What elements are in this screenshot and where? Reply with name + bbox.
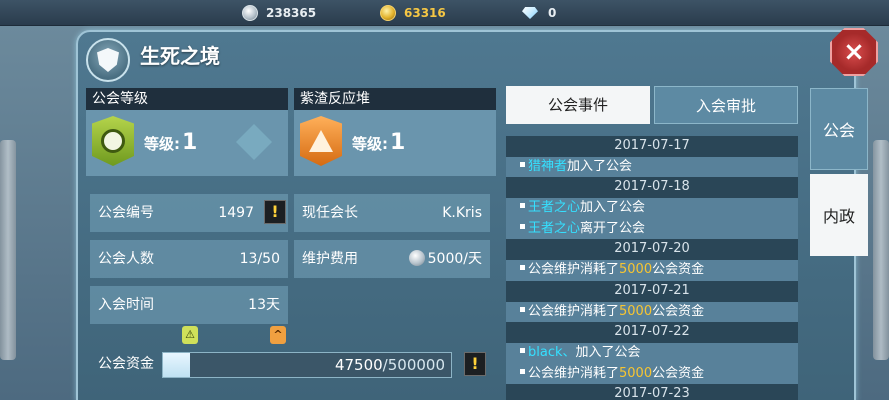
funds-progress-fill xyxy=(163,353,191,377)
funds-progress-bar: 47500/500000 xyxy=(162,352,452,378)
log-player-name[interactable]: 王者之心 xyxy=(528,200,580,215)
guild-level-header: 公会等级 xyxy=(86,88,288,110)
leader-label: 现任会长 xyxy=(302,205,358,221)
log-text: 公会维护消耗了 xyxy=(528,262,620,278)
funds-milestone-1-icon: ⚠ xyxy=(182,326,198,344)
upkeep-value: 5000/天 xyxy=(427,251,482,267)
log-date-header: 2017-07-20 xyxy=(506,239,798,261)
upkeep-label: 维护费用 xyxy=(302,251,358,267)
join-time-label: 入会时间 xyxy=(98,297,154,313)
log-text: 公会资金 xyxy=(652,365,705,381)
funds-max: /500000 xyxy=(382,356,445,374)
bullet-icon xyxy=(520,306,525,312)
guild-id-row: 公会编号 1497 xyxy=(90,194,288,232)
bullet-icon xyxy=(520,203,525,209)
funds-current: 47500 xyxy=(334,356,383,374)
guild-level-label: 等级: xyxy=(144,135,180,153)
log-text: 公会资金 xyxy=(652,303,705,319)
guild-level-value: 1 xyxy=(182,130,198,155)
silver-amount: 238365 xyxy=(266,6,317,20)
bullet-icon xyxy=(520,161,525,167)
triforce-badge-icon xyxy=(300,116,342,166)
log-text: 加入了公会 xyxy=(580,200,646,216)
reactor-level-display: 等级:1 xyxy=(352,130,405,155)
members-label: 公会人数 xyxy=(98,251,154,267)
left-edge-decoration xyxy=(0,140,16,360)
log-date-header: 2017-07-21 xyxy=(506,280,798,302)
log-text: 加入了公会 xyxy=(575,344,641,360)
gold-amount: 63316 xyxy=(404,6,446,20)
log-entry: black、加入了公会 xyxy=(506,343,798,364)
funds-info-button[interactable]: ! xyxy=(464,352,486,376)
silver-coin-icon xyxy=(408,250,425,266)
tab-join-review[interactable]: 入会审批 xyxy=(654,86,798,124)
side-tab-guild[interactable]: 公会 xyxy=(810,88,868,170)
bullet-icon xyxy=(520,223,525,229)
log-text: 公会维护消耗了 xyxy=(528,365,620,381)
log-entry: 公会维护消耗了5000公会资金 xyxy=(506,260,798,281)
log-date-header: 2017-07-23 xyxy=(506,384,798,400)
guild-emblem xyxy=(86,38,130,82)
resource-bar: 238365 63316 0 xyxy=(0,0,889,26)
gold-coin-icon xyxy=(380,5,396,21)
log-date-header: 2017-07-18 xyxy=(506,177,798,199)
funds-milestone-2-icon: ^ xyxy=(270,326,286,344)
log-text: 离开了公会 xyxy=(580,220,646,236)
guild-id-value: 1497 xyxy=(218,205,254,221)
tab-guild-events[interactable]: 公会事件 xyxy=(506,86,650,124)
join-time-value: 13天 xyxy=(248,297,280,313)
gold-counter: 63316 xyxy=(380,3,446,23)
window-header: 生死之境 xyxy=(78,32,854,88)
join-time-row: 入会时间 13天 xyxy=(90,286,288,324)
guild-level-display: 等级:1 xyxy=(144,130,197,155)
window-title: 生死之境 xyxy=(140,44,220,68)
leader-value: K.Kris xyxy=(442,205,482,221)
shield-icon xyxy=(97,48,119,72)
log-entry: 公会维护消耗了5000公会资金 xyxy=(506,364,798,385)
log-date-header: 2017-07-22 xyxy=(506,322,798,343)
reactor-panel: 等级:1 xyxy=(294,110,496,176)
log-player-name[interactable]: 王者之心 xyxy=(528,221,580,236)
log-text: 公会维护消耗了 xyxy=(528,303,620,319)
smiley-badge-icon xyxy=(92,116,134,166)
log-amount: 5000 xyxy=(619,303,653,319)
event-log[interactable]: 2017-07-17 猎神者加入了公会 2017-07-18 王者之心加入了公会 王者之… xyxy=(506,136,798,400)
close-icon: × xyxy=(843,37,865,67)
log-entry: 王者之心加入了公会 xyxy=(506,198,798,219)
gem-counter: 0 xyxy=(522,3,556,23)
funds-label: 公会资金 xyxy=(98,356,154,372)
right-edge-decoration xyxy=(873,140,889,360)
log-entry: 公会维护消耗了5000公会资金 xyxy=(506,302,798,323)
guild-id-label: 公会编号 xyxy=(98,205,154,221)
bullet-icon xyxy=(520,368,525,374)
log-date-header: 2017-07-17 xyxy=(506,136,798,157)
chevron-up-icon[interactable] xyxy=(236,124,272,160)
diamond-icon xyxy=(522,7,538,19)
reactor-level-value: 1 xyxy=(390,130,406,155)
log-entry: 王者之心离开了公会 xyxy=(506,219,798,240)
log-text: 公会资金 xyxy=(652,262,705,278)
guild-id-info-button[interactable]: ! xyxy=(264,200,286,224)
guild-level-panel: 等级:1 xyxy=(86,110,288,176)
bullet-icon xyxy=(520,265,525,271)
log-player-name[interactable]: 猎神者 xyxy=(528,159,567,174)
bullet-icon xyxy=(520,347,525,353)
side-tab-internal-affairs[interactable]: 内政 xyxy=(810,174,868,256)
gem-amount: 0 xyxy=(548,6,557,20)
upkeep-row: 维护费用 5000/天 xyxy=(294,240,490,278)
leader-row: 现任会长 K.Kris xyxy=(294,194,490,232)
log-player-name[interactable]: black、 xyxy=(528,345,576,360)
members-value: 13/50 xyxy=(239,251,280,267)
log-amount: 5000 xyxy=(619,365,653,381)
silver-counter: 238365 xyxy=(242,3,316,23)
reactor-header: 紫渣反应堆 xyxy=(294,88,496,110)
close-button[interactable]: × xyxy=(830,28,878,76)
log-entry: 猎神者加入了公会 xyxy=(506,157,798,178)
log-text: 加入了公会 xyxy=(567,158,633,174)
log-amount: 5000 xyxy=(619,262,653,278)
silver-coin-icon xyxy=(242,5,258,21)
reactor-level-label: 等级: xyxy=(352,135,388,153)
members-row: 公会人数 13/50 xyxy=(90,240,288,278)
